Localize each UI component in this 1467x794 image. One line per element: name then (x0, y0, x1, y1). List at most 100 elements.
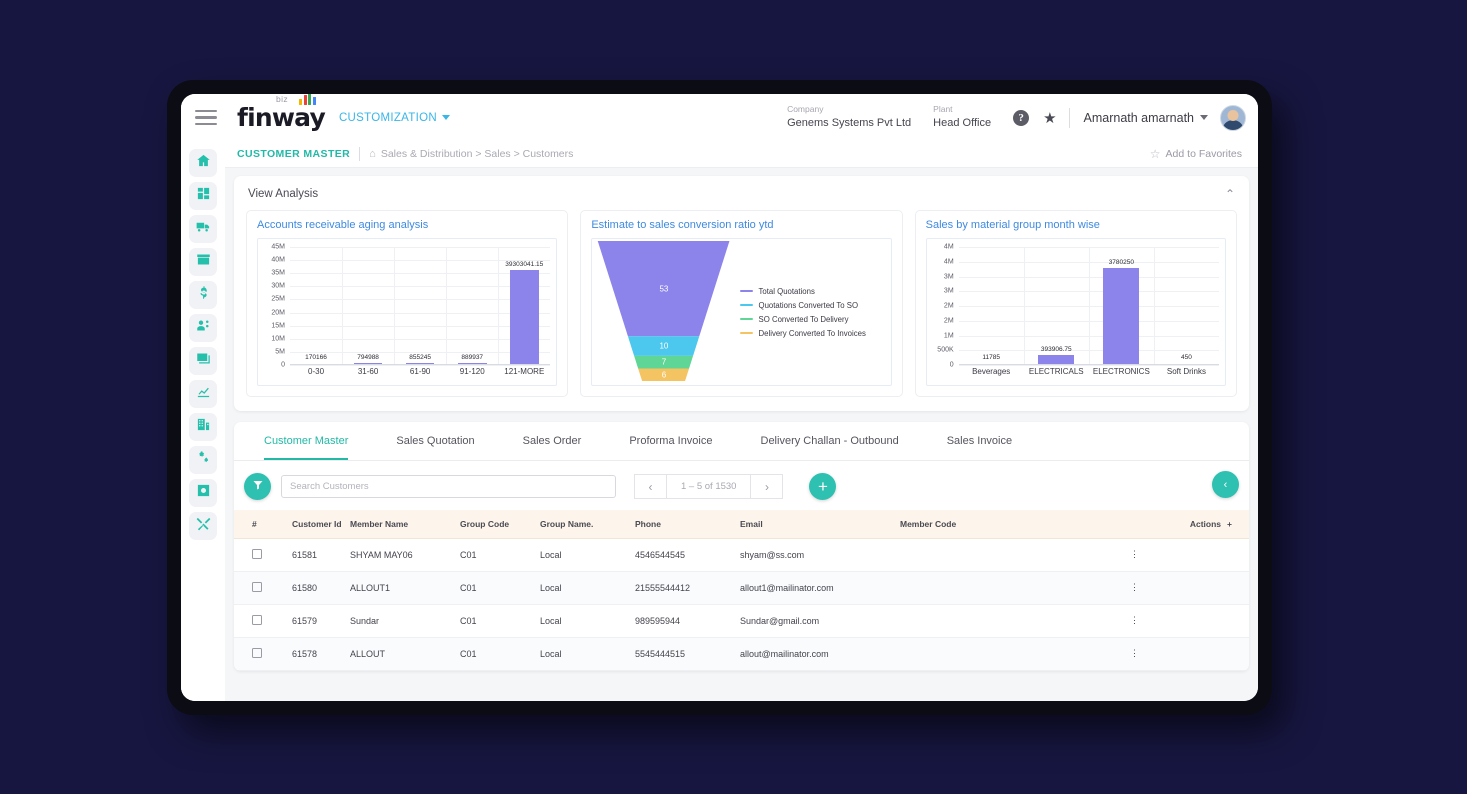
bar-column[interactable]: 889937 (446, 247, 498, 365)
row-checkbox[interactable] (252, 582, 262, 592)
sidebar-item-configuration[interactable] (189, 479, 217, 507)
add-to-favorites-button[interactable]: ☆ Add to Favorites (1150, 147, 1242, 161)
legend-item[interactable]: SO Converted To Delivery (739, 315, 891, 324)
search-input[interactable] (281, 475, 616, 498)
tab-proforma-invoice[interactable]: Proforma Invoice (629, 422, 712, 460)
legend-item[interactable]: Delivery Converted To Invoices (739, 329, 891, 338)
sidebar-item-settings[interactable] (189, 446, 217, 474)
x-tick-label: 121-MORE (504, 367, 545, 376)
y-axis-material: 4M 4M 3M 3M 2M 2M 1M 500K 0 (927, 244, 957, 369)
tab-sales-order[interactable]: Sales Order (523, 422, 582, 460)
favorites-star-icon[interactable]: ★ (1043, 109, 1056, 127)
y-tick-label: 3M (943, 287, 954, 295)
content-scroll-area: View Analysis ⌃ Accounts receivable agin… (225, 168, 1258, 701)
table-row[interactable]: 61580 ALLOUT1 C01 Local 21555544412 allout1@m… (234, 571, 1249, 605)
column-header-[interactable]: # (234, 510, 268, 539)
legend-item[interactable]: Quotations Converted To SO (739, 300, 891, 310)
cell-group-name: Local (536, 604, 631, 638)
sidebar-item-dashboard[interactable] (189, 182, 217, 210)
cell-spacer (1223, 604, 1249, 638)
cards-icon (196, 351, 211, 371)
add-record-button[interactable]: + (809, 473, 837, 500)
bar-column[interactable]: 3780250 (1089, 247, 1154, 365)
sidebar-item-users[interactable] (189, 314, 217, 342)
row-actions-menu[interactable]: ⋮ (1046, 637, 1223, 671)
column-header-email[interactable]: Email (736, 510, 896, 539)
table-row[interactable]: 61581 SHYAM MAY06 C01 Local 4546544545 shyam@… (234, 538, 1249, 572)
sidebar-item-home[interactable] (189, 149, 217, 177)
avatar[interactable] (1220, 104, 1246, 131)
bar-column[interactable]: 39303041.15 (498, 247, 550, 365)
row-checkbox[interactable] (252, 615, 262, 625)
main-content: CUSTOMER MASTER ⌂ Sales & Distribution >… (225, 141, 1258, 701)
column-header-group-code[interactable]: Group Code (456, 510, 536, 539)
cell-spacer (1223, 637, 1249, 671)
tab-sales-quotation[interactable]: Sales Quotation (396, 422, 474, 460)
truck-icon (196, 219, 211, 239)
tab-customer-master[interactable]: Customer Master (264, 422, 349, 460)
legend-swatch (739, 303, 753, 307)
bar-column[interactable]: 794988 (342, 247, 394, 365)
analytics-icon (196, 384, 211, 404)
add-column-button[interactable]: + (1223, 510, 1249, 539)
cell-spacer (1223, 571, 1249, 605)
bar[interactable] (509, 270, 539, 365)
sidebar-item-logistics[interactable] (189, 215, 217, 243)
chevron-up-icon[interactable]: ⌃ (1225, 188, 1235, 200)
tab-delivery-challan-outbound[interactable]: Delivery Challan - Outbound (761, 422, 899, 460)
home-icon[interactable]: ⌂ (369, 148, 376, 160)
legend-label: Quotations Converted To SO (758, 300, 859, 310)
row-actions-menu[interactable]: ⋮ (1046, 604, 1223, 638)
row-checkbox[interactable] (252, 549, 262, 559)
filter-button[interactable] (244, 473, 271, 500)
sidebar-item-analytics[interactable] (189, 380, 217, 408)
bar-column[interactable]: 855245 (394, 247, 446, 365)
cell-member-name: ALLOUT1 (346, 571, 456, 605)
dashboard-icon (196, 186, 211, 206)
row-actions-menu[interactable]: ⋮ (1046, 571, 1223, 605)
axis-baseline (290, 364, 551, 365)
cell-member-name: SHYAM MAY06 (346, 538, 456, 572)
hamburger-menu-icon[interactable] (195, 109, 217, 126)
bar-value-label: 794988 (357, 353, 379, 361)
sidebar-item-cards[interactable] (189, 347, 217, 375)
next-page-button[interactable]: › (750, 474, 784, 499)
collapse-panel-button[interactable]: ‹ (1212, 471, 1239, 498)
column-header-member-code[interactable]: Member Code (896, 510, 1046, 539)
app-logo: finway biz (237, 94, 326, 130)
cell-select (234, 604, 268, 638)
plant-label: Plant (933, 104, 953, 115)
user-menu[interactable]: Amarnath amarnath (1084, 111, 1208, 125)
column-header-actions[interactable]: Actions (1046, 510, 1223, 539)
bar-column[interactable]: 393906.75 (1024, 247, 1089, 365)
table-row[interactable]: 61579 Sundar C01 Local 989595944 Sundar@gmail… (234, 604, 1249, 638)
cell-group-code: C01 (456, 604, 536, 638)
sidebar-item-tools[interactable] (189, 512, 217, 540)
column-header-group-name[interactable]: Group Name. (536, 510, 631, 539)
row-checkbox[interactable] (252, 648, 262, 658)
bar-column[interactable]: 450 (1154, 247, 1219, 365)
y-tick-label: 1M (943, 332, 954, 339)
bar[interactable] (1103, 268, 1140, 365)
sidebar-item-organization[interactable] (189, 413, 217, 441)
help-icon[interactable]: ? (1013, 109, 1030, 126)
table-row[interactable]: 61578 ALLOUT C01 Local 5545444515 allout@mail… (234, 637, 1249, 671)
row-actions-menu[interactable]: ⋮ (1046, 538, 1223, 572)
customization-dropdown[interactable]: CUSTOMIZATION (339, 112, 450, 124)
sidebar-item-store[interactable] (189, 248, 217, 276)
x-axis-material: Beverages ELECTRICALS ELECTRONICS Soft Drin… (959, 367, 1219, 383)
cell-member-code (896, 637, 1046, 671)
sidebar-item-finance[interactable] (189, 281, 217, 309)
divider (1068, 107, 1070, 128)
x-tick-label: ELECTRICALS (1028, 367, 1084, 376)
column-header-member-name[interactable]: Member Name (346, 510, 456, 539)
column-header-customer-id[interactable]: Customer Id (268, 510, 346, 539)
cell-email: shyam@ss.com (736, 538, 896, 572)
bar-column[interactable]: 11785 (959, 247, 1024, 365)
tab-sales-invoice[interactable]: Sales Invoice (947, 422, 1012, 460)
cell-customer-id: 61581 (268, 538, 346, 572)
legend-item[interactable]: Total Quotations (739, 287, 891, 296)
prev-page-button[interactable]: ‹ (634, 474, 667, 499)
bar-column[interactable]: 170166 (290, 247, 342, 365)
column-header-phone[interactable]: Phone (631, 510, 736, 539)
